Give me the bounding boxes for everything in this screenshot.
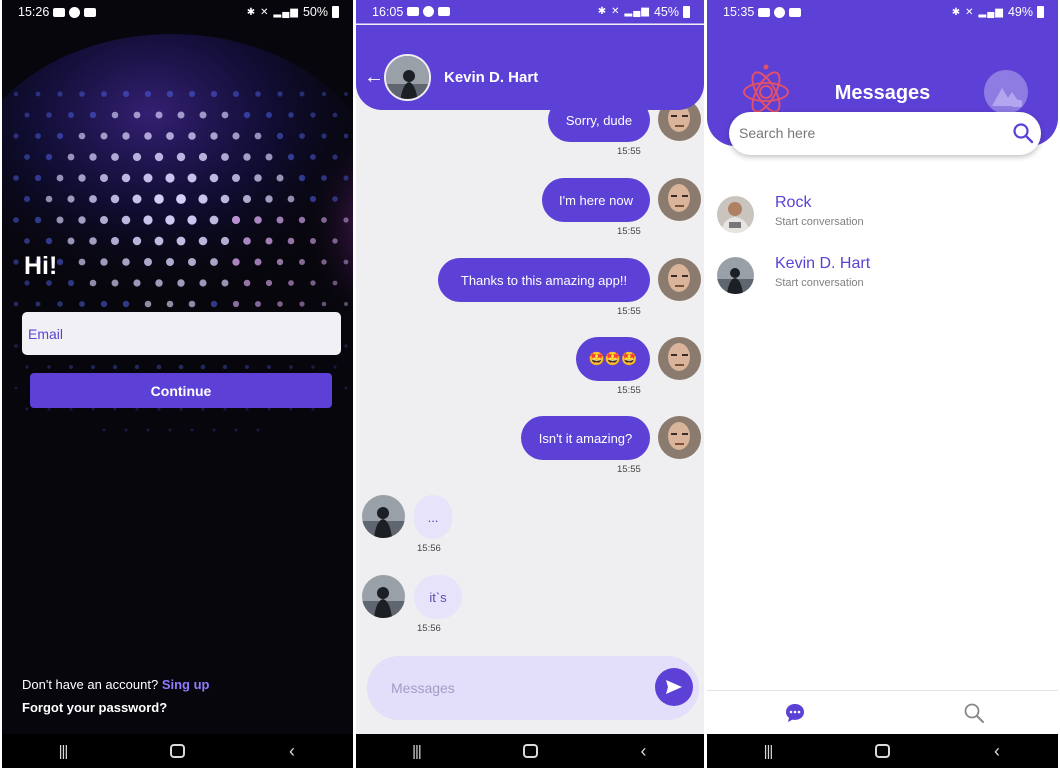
battery-level: 49% [1007, 5, 1033, 19]
message-timestamp: 15:55 [617, 146, 641, 157]
signup-prompt-text: Don't have an account? [22, 677, 159, 692]
battery-level: 50% [302, 5, 328, 19]
app-notification-icon [774, 6, 786, 18]
search-icon[interactable] [1012, 122, 1034, 144]
outgoing-message[interactable]: Thanks to this amazing app!! [438, 258, 650, 302]
chat-screen: 16:05 ✱ ✕ ▂▄▆ 45% Sorry, dude 15:55 I'm he… [356, 0, 704, 768]
message-avatar [658, 337, 701, 380]
back-arrow-icon[interactable]: ← [364, 66, 384, 89]
message-avatar [362, 575, 405, 618]
status-bar: 16:05 ✱ ✕ ▂▄▆ 45% [356, 0, 704, 24]
recent-apps-icon[interactable]: ||| [402, 743, 432, 760]
message-avatar [658, 178, 701, 221]
search-input[interactable] [739, 123, 989, 143]
message-notification-icon [84, 7, 97, 17]
mute-icon: ✕ [260, 6, 270, 18]
message-notification-icon [789, 7, 802, 17]
contact-name: Rock [775, 194, 812, 211]
signal-icon: ▂▄▆ [273, 6, 299, 18]
contact-item-rock[interactable]: Rock Start conversation [707, 190, 1058, 242]
status-bar: 15:35 ✱ ✕ ▂▄▆ 49% [707, 0, 1058, 24]
video-icon [53, 7, 66, 17]
message-timestamp: 15:56 [417, 543, 441, 554]
mute-icon: ✕ [611, 6, 621, 17]
app-notification-icon [69, 6, 81, 18]
mute-icon: ✕ [965, 6, 975, 18]
message-timestamp: 15:55 [617, 464, 641, 475]
login-screen: 15:26 ✱ ✕ ▂▄▆ 50% Hi! Email Continue Don… [2, 0, 353, 768]
signup-link[interactable]: Sing up [162, 677, 210, 692]
message-timestamp: 15:56 [417, 623, 441, 634]
recent-apps-icon[interactable]: ||| [753, 743, 783, 760]
send-icon [666, 680, 682, 694]
status-time: 16:05 [372, 4, 404, 19]
email-field[interactable] [22, 312, 341, 355]
system-nav-bar: ||| ‹ [2, 734, 353, 768]
back-icon[interactable]: ‹ [982, 741, 1012, 762]
outgoing-message[interactable]: 🤩🤩🤩 [576, 337, 650, 381]
battery-icon [332, 6, 339, 18]
message-avatar [658, 258, 701, 301]
message-timestamp: 15:55 [617, 306, 641, 317]
bluetooth-icon: ✱ [597, 6, 608, 17]
search-bar [729, 112, 1041, 155]
outgoing-message[interactable]: Isn't it amazing? [521, 416, 650, 460]
bottom-tab-bar [707, 690, 1058, 734]
search-tab-icon[interactable] [962, 701, 986, 725]
contact-avatar [717, 196, 754, 233]
forgot-password-link[interactable]: Forgot your password? [22, 700, 167, 715]
back-icon[interactable]: ‹ [629, 741, 659, 762]
message-avatar [658, 416, 701, 459]
contact-item-kevin-d-hart[interactable]: Kevin D. Hart Start conversation [707, 251, 1058, 303]
contact-name: Kevin D. Hart [775, 255, 871, 272]
incoming-message[interactable]: it`s [414, 575, 462, 619]
message-notification-icon [438, 7, 451, 16]
messages-screen: 15:35 ✱ ✕ ▂▄▆ 49% Messages Search here R… [707, 0, 1058, 768]
bluetooth-icon: ✱ [951, 6, 962, 18]
contact-subtitle: Start conversation [775, 277, 864, 289]
outgoing-message[interactable]: I'm here now [542, 178, 650, 222]
message-composer [367, 656, 699, 720]
message-input[interactable] [391, 676, 641, 700]
battery-level: 45% [653, 4, 679, 19]
send-button[interactable] [655, 668, 693, 706]
battery-icon [1037, 6, 1044, 18]
status-time: 15:35 [723, 5, 755, 19]
home-icon[interactable] [522, 744, 538, 758]
greeting-heading: Hi! [24, 252, 58, 280]
chat-contact-name: Kevin D. Hart [444, 69, 539, 86]
contact-avatar [717, 257, 754, 294]
home-icon[interactable] [875, 744, 890, 758]
recent-apps-icon[interactable]: ||| [48, 743, 78, 760]
back-icon[interactable]: ‹ [277, 741, 307, 762]
incoming-message[interactable]: ... [414, 495, 452, 539]
signal-icon: ▂▄▆ [978, 6, 1004, 18]
signup-prompt-row: Don't have an account? Sing up [22, 677, 210, 692]
system-nav-bar: ||| ‹ [356, 734, 704, 768]
system-nav-bar: ||| ‹ [707, 734, 1058, 768]
profile-picture-button[interactable] [984, 70, 1028, 114]
contact-avatar[interactable] [384, 54, 431, 101]
chat-bubble-icon[interactable] [783, 701, 807, 725]
camera-icon [992, 88, 1022, 107]
contact-subtitle: Start conversation [775, 216, 864, 228]
message-list[interactable]: Sorry, dude 15:55 I'm here now 15:55 Thanks … [356, 0, 704, 768]
status-bar: 15:26 ✱ ✕ ▂▄▆ 50% [2, 0, 353, 24]
message-timestamp: 15:55 [617, 226, 641, 237]
status-time: 15:26 [18, 5, 50, 19]
chat-header: ← Kevin D. Hart [356, 25, 704, 110]
video-icon [407, 7, 420, 16]
app-notification-icon [423, 6, 435, 17]
continue-button[interactable]: Continue [30, 373, 332, 408]
message-avatar [362, 495, 405, 538]
video-icon [758, 7, 771, 17]
home-icon[interactable] [170, 744, 185, 758]
bluetooth-icon: ✱ [246, 6, 257, 18]
signal-icon: ▂▄▆ [624, 6, 650, 17]
message-timestamp: 15:55 [617, 385, 641, 396]
battery-icon [683, 5, 690, 18]
